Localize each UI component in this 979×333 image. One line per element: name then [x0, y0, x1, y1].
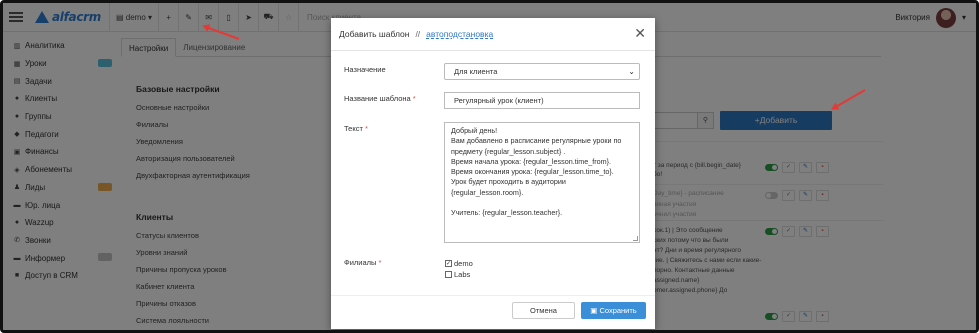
branch-checkbox-demo[interactable]: ✓ demo — [445, 259, 473, 268]
checked-icon[interactable]: ✓ — [445, 260, 452, 267]
dialog-title: Добавить шаблон — [339, 29, 410, 39]
branch-checkbox-labs[interactable]: Labs — [445, 270, 470, 279]
purpose-select[interactable]: Для клиента ⌄ — [444, 63, 640, 80]
cancel-button[interactable]: Отмена — [512, 302, 575, 319]
title-separator: // — [415, 29, 421, 39]
save-button[interactable]: ▣ Сохранить — [581, 302, 646, 319]
purpose-label: Назначение — [344, 65, 386, 74]
dialog-header: Добавить шаблон // автоподстановка — [331, 18, 655, 51]
close-icon[interactable]: ✕ — [634, 26, 646, 40]
chevron-down-icon: ⌄ — [628, 67, 635, 76]
unchecked-box-icon[interactable] — [445, 271, 452, 278]
add-template-dialog: Добавить шаблон // автоподстановка ✕ Наз… — [331, 18, 655, 329]
resize-handle[interactable] — [633, 236, 638, 241]
template-text-area[interactable]: Добрый день! Вам добавлено в расписание … — [444, 122, 640, 243]
text-label: Текст * — [344, 124, 368, 133]
template-name-input[interactable]: Регулярный урок (клиент) — [444, 92, 640, 109]
app-window: alfacrm ▤ demo ▾ + ✎ ✉ ▯ ➤ ⛟ ☆ Поиск кли… — [0, 0, 979, 333]
autosubstitution-link[interactable]: автоподстановка — [426, 29, 493, 39]
template-name-label: Название шаблона * — [344, 94, 416, 103]
branches-label: Филиалы * — [344, 258, 382, 267]
